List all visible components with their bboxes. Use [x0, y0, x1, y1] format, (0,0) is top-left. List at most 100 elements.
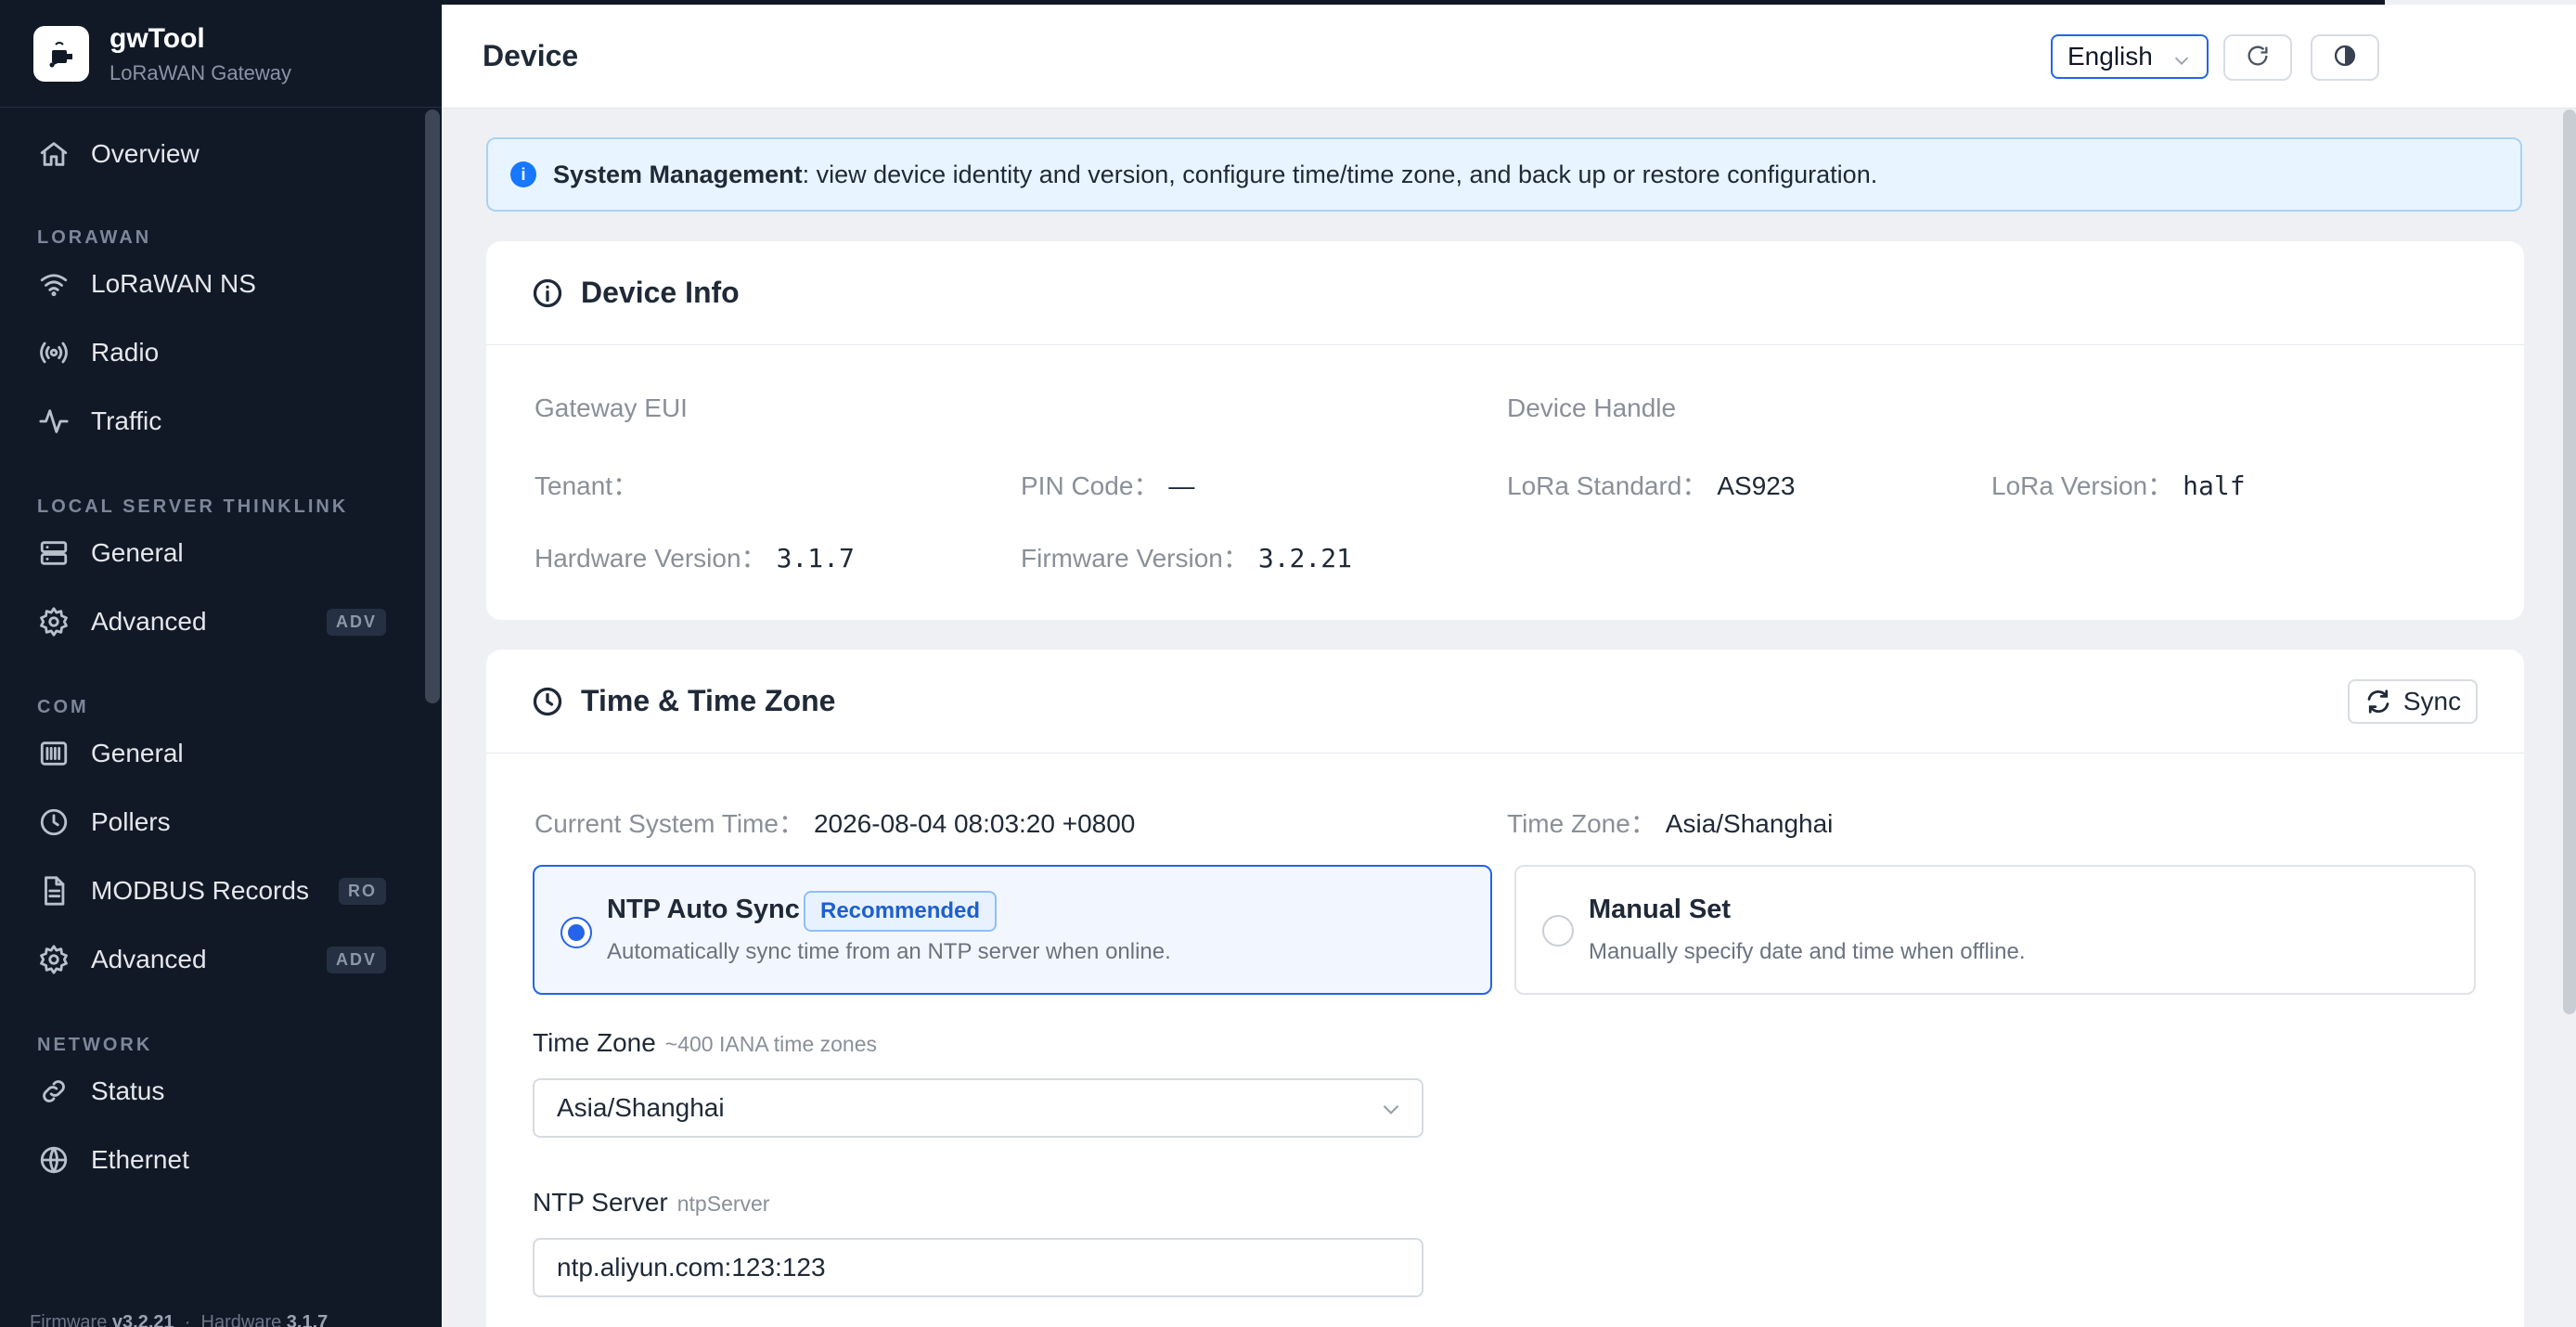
radio-icon	[37, 336, 71, 369]
barcode-icon	[37, 737, 71, 770]
brand-title: gwTool	[109, 22, 205, 54]
sidebar-item-advanced[interactable]: Advanced ADV	[0, 596, 423, 648]
sidebar-item-ethernet[interactable]: Ethernet	[0, 1134, 423, 1186]
sidebar-item-modbus-records[interactable]: MODBUS Records RO	[0, 865, 423, 917]
ntp-server-hint: ntpServer	[676, 1192, 770, 1216]
current-time-label: Current System Time：	[535, 809, 805, 838]
ro-badge: RO	[339, 877, 386, 905]
sidebar-section-network: NETWORK	[37, 1035, 153, 1055]
sidebar-footer: Firmware v3.2.21 · Hardware 3.1.7	[30, 1312, 328, 1327]
ntp-server-label: NTP Server ntpServer	[533, 1188, 769, 1217]
time-zone-header: Time & Time Zone Sync	[486, 650, 2524, 754]
time-zone-select[interactable]: Asia/Shanghai	[533, 1078, 1423, 1138]
device-handle-field: Device Handle	[1507, 393, 1676, 423]
tz-select-value: Asia/Shanghai	[557, 1093, 725, 1122]
language-value: English	[2067, 42, 2153, 71]
sidebar-item-label: Pollers	[91, 807, 171, 836]
ntp-server-value: ntp.aliyun.com:123:123	[557, 1253, 826, 1282]
main-scrollbar[interactable]	[2563, 110, 2576, 1014]
chevron-down-icon	[1379, 1097, 1403, 1127]
tenant-label: Tenant：	[535, 471, 639, 500]
globe-icon	[37, 1143, 71, 1177]
lora-version-label: LoRa Version：	[1991, 471, 2174, 500]
sidebar-item-com-general[interactable]: General	[0, 728, 423, 779]
sidebar-item-radio[interactable]: Radio	[0, 327, 423, 379]
recommended-badge: Recommended	[804, 891, 998, 932]
ntp-auto-sync-option[interactable]: NTP Auto Sync Recommended Automatically …	[533, 865, 1492, 995]
sidebar-item-label: MODBUS Records	[91, 876, 309, 905]
sidebar-item-com-advanced[interactable]: Advanced ADV	[0, 934, 423, 986]
hardware-label: Hardware	[200, 1312, 282, 1327]
lora-version-field: LoRa Version： half	[1991, 466, 2246, 503]
gear-icon	[37, 605, 71, 638]
adv-badge: ADV	[326, 946, 386, 973]
time-zone-title: Time & Time Zone	[581, 684, 836, 717]
firmware-version-label: Firmware Version：	[1021, 544, 1249, 573]
sync-icon	[2367, 689, 2389, 714]
tz-label: Time Zone：	[1507, 809, 1656, 838]
tz-value: Asia/Shanghai	[1665, 809, 1834, 838]
sidebar-item-label: General	[91, 538, 184, 567]
hardware-version-value: 3.1.7	[776, 543, 855, 573]
current-time-value: 2026-08-04 08:03:20 +0800	[813, 809, 1136, 838]
sidebar-item-label: General	[91, 739, 184, 767]
sidebar-section-lorawan: LORAWAN	[37, 227, 152, 248]
tz-select-label-text: Time Zone	[533, 1028, 656, 1057]
home-icon	[37, 137, 71, 171]
sidebar-item-label: Advanced	[91, 945, 207, 973]
manual-option-desc: Manually specify date and time when offl…	[1589, 939, 2026, 964]
alert-text: : view device identity and version, conf…	[802, 160, 1878, 188]
sidebar-nav: Overview LORAWAN LoRaWAN NS Radio Traffi…	[0, 108, 423, 1186]
current-system-time-field: Current System Time： 2026-08-04 08:03:20 …	[535, 804, 1135, 841]
sync-button[interactable]: Sync	[2348, 679, 2478, 724]
ntp-server-input[interactable]: ntp.aliyun.com:123:123	[533, 1238, 1423, 1297]
sidebar-item-lorawan-ns[interactable]: LoRaWAN NS	[0, 258, 423, 310]
hardware-version-field: Hardware Version： 3.1.7	[535, 538, 855, 575]
manual-radio[interactable]	[1542, 915, 1574, 947]
chevron-down-icon	[2171, 47, 2192, 77]
ntp-option-title: NTP Auto Sync	[607, 895, 800, 924]
brand[interactable]: gwTool LoRaWAN Gateway	[0, 0, 442, 108]
sidebar-item-label: Advanced	[91, 607, 207, 636]
sidebar-item-general[interactable]: General	[0, 527, 423, 579]
pin-code-field: PIN Code： —	[1021, 466, 1194, 503]
hardware-version-label: Hardware Version：	[535, 544, 767, 573]
ntp-radio[interactable]	[560, 917, 592, 948]
system-management-alert: i System Management : view device identi…	[486, 137, 2522, 212]
device-info-header: Device Info	[486, 241, 2524, 345]
refresh-button[interactable]	[2223, 34, 2292, 81]
info-icon: i	[510, 161, 536, 187]
time-zone-field: Time Zone： Asia/Shanghai	[1507, 804, 1833, 841]
sidebar-scrollbar[interactable]	[425, 110, 440, 703]
hardware-value: 3.1.7	[286, 1312, 328, 1327]
contrast-icon	[2332, 43, 2358, 73]
device-handle-label: Device Handle	[1507, 393, 1677, 422]
sidebar-item-label: Traffic	[91, 406, 162, 435]
link-icon	[37, 1075, 71, 1108]
gear-icon	[37, 943, 71, 976]
lora-standard-value: AS923	[1717, 471, 1796, 500]
clock-icon	[37, 805, 71, 839]
sidebar-item-status[interactable]: Status	[0, 1065, 423, 1117]
ntp-server-label-text: NTP Server	[533, 1188, 668, 1217]
clock-icon	[533, 687, 562, 715]
sidebar-item-label: Overview	[91, 139, 200, 168]
document-icon	[37, 874, 71, 908]
gateway-eui-label: Gateway EUI	[535, 393, 688, 422]
sidebar-section-local-server: LOCAL SERVER THINKLINK	[37, 496, 349, 517]
sync-label: Sync	[2402, 687, 2462, 715]
language-select[interactable]: English	[2051, 34, 2209, 79]
sidebar: gwTool LoRaWAN Gateway Overview LORAWAN …	[0, 0, 442, 1327]
sidebar-item-pollers[interactable]: Pollers	[0, 796, 423, 848]
info-circle-icon	[533, 278, 562, 307]
manual-set-option[interactable]: Manual Set Manually specify date and tim…	[1514, 865, 2476, 995]
gateway-logo-icon	[33, 25, 89, 82]
sidebar-item-traffic[interactable]: Traffic	[0, 395, 423, 447]
sidebar-item-label: LoRaWAN NS	[91, 269, 256, 298]
device-info-card: Device Info Gateway EUI Device Handle Te…	[486, 241, 2524, 620]
theme-toggle-button[interactable]	[2311, 34, 2379, 81]
firmware-version-value: 3.2.21	[1257, 543, 1352, 573]
activity-icon	[37, 405, 71, 438]
sidebar-item-label: Ethernet	[91, 1145, 189, 1174]
sidebar-item-overview[interactable]: Overview	[0, 128, 423, 180]
